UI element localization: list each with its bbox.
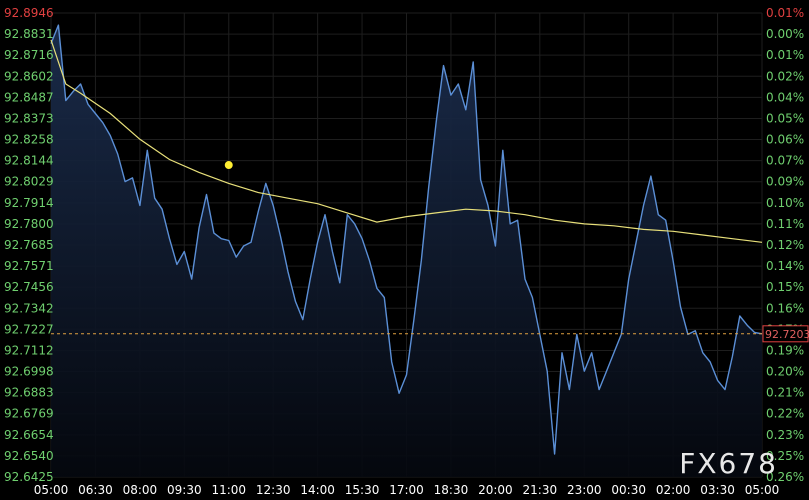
x-tick: 09:30 <box>167 483 202 497</box>
x-tick: 05:00 <box>745 483 780 497</box>
x-axis: 05:00 06:30 08:00 09:30 11:00 12:30 14:00 15:30… <box>34 483 780 497</box>
y-tick-right: 0.20% <box>766 365 804 379</box>
y-tick-left: 92.6998 <box>4 365 54 379</box>
y-tick-left: 92.6425 <box>4 470 54 484</box>
y-tick-left: 92.7914 <box>4 196 54 210</box>
fx678-watermark: FX678 <box>679 447 778 480</box>
y-tick-right: 0.19% <box>766 343 804 357</box>
y-tick-right: 0.01% <box>766 6 804 20</box>
y-tick-right: 0.21% <box>766 386 804 400</box>
ma-marker-dot <box>224 161 233 170</box>
y-tick-left: 92.7342 <box>4 301 54 315</box>
y-tick-left: 92.7571 <box>4 259 54 273</box>
y-tick-left: 92.8029 <box>4 175 54 189</box>
y-tick-left: 92.7456 <box>4 280 54 294</box>
x-tick: 17:00 <box>389 483 424 497</box>
y-tick-left: 92.7800 <box>4 217 54 231</box>
price-chart: 92.8946 92.8831 92.8716 92.8602 92.8487 92.83… <box>0 0 809 500</box>
y-tick-left: 92.8602 <box>4 69 54 83</box>
y-tick-left: 92.8831 <box>4 27 54 41</box>
current-price-label: 92.7203 <box>762 325 809 343</box>
y-tick-left: 92.7227 <box>4 322 54 336</box>
y-tick-left: 92.8258 <box>4 133 54 147</box>
y-tick-left: 92.8716 <box>4 48 54 62</box>
y-tick-right: 0.16% <box>766 301 804 315</box>
y-tick-left: 92.8373 <box>4 111 54 125</box>
x-tick: 21:30 <box>523 483 558 497</box>
y-tick-left: 92.6540 <box>4 449 54 463</box>
y-tick-right: 0.10% <box>766 196 804 210</box>
y-tick-right: 0.15% <box>766 280 804 294</box>
y-axis-right: 0.01% 0.00% 0.01% 0.02% 0.04% 0.05% 0.06% 0.07%… <box>766 6 804 484</box>
x-tick: 02:00 <box>656 483 691 497</box>
y-tick-right: 0.14% <box>766 259 804 273</box>
y-tick-right: 0.12% <box>766 238 804 252</box>
x-tick: 08:00 <box>123 483 158 497</box>
y-axis-left: 92.8946 92.8831 92.8716 92.8602 92.8487 92.83… <box>4 6 54 484</box>
y-tick-right: 0.22% <box>766 407 804 421</box>
y-tick-left: 92.7112 <box>4 343 54 357</box>
y-tick-left: 92.6769 <box>4 407 54 421</box>
current-price-value: 92.7203 <box>765 328 809 341</box>
y-tick-right: 0.11% <box>766 217 804 231</box>
y-tick-left: 92.8487 <box>4 90 54 104</box>
x-tick: 18:30 <box>434 483 469 497</box>
x-tick: 05:00 <box>34 483 69 497</box>
y-tick-right: 0.05% <box>766 111 804 125</box>
x-tick: 03:30 <box>700 483 735 497</box>
y-tick-left: 92.8946 <box>4 6 54 20</box>
y-tick-left: 92.6654 <box>4 428 54 442</box>
y-tick-right: 0.07% <box>766 154 804 168</box>
x-tick: 14:00 <box>300 483 335 497</box>
x-tick: 06:30 <box>78 483 113 497</box>
y-tick-left: 92.7685 <box>4 238 54 252</box>
x-tick: 23:00 <box>567 483 602 497</box>
y-tick-right: 0.23% <box>766 428 804 442</box>
y-tick-left: 92.8144 <box>4 154 54 168</box>
x-tick: 15:30 <box>345 483 380 497</box>
x-tick: 20:00 <box>478 483 513 497</box>
y-tick-right: 0.04% <box>766 90 804 104</box>
y-tick-right: 0.00% <box>766 27 804 41</box>
y-tick-right: 0.06% <box>766 133 804 147</box>
y-tick-right: 0.02% <box>766 69 804 83</box>
x-tick: 12:30 <box>256 483 291 497</box>
x-tick: 11:00 <box>211 483 246 497</box>
y-tick-left: 92.6883 <box>4 386 54 400</box>
y-tick-right: 0.01% <box>766 48 804 62</box>
x-tick: 00:30 <box>611 483 646 497</box>
y-tick-right: 0.09% <box>766 175 804 189</box>
